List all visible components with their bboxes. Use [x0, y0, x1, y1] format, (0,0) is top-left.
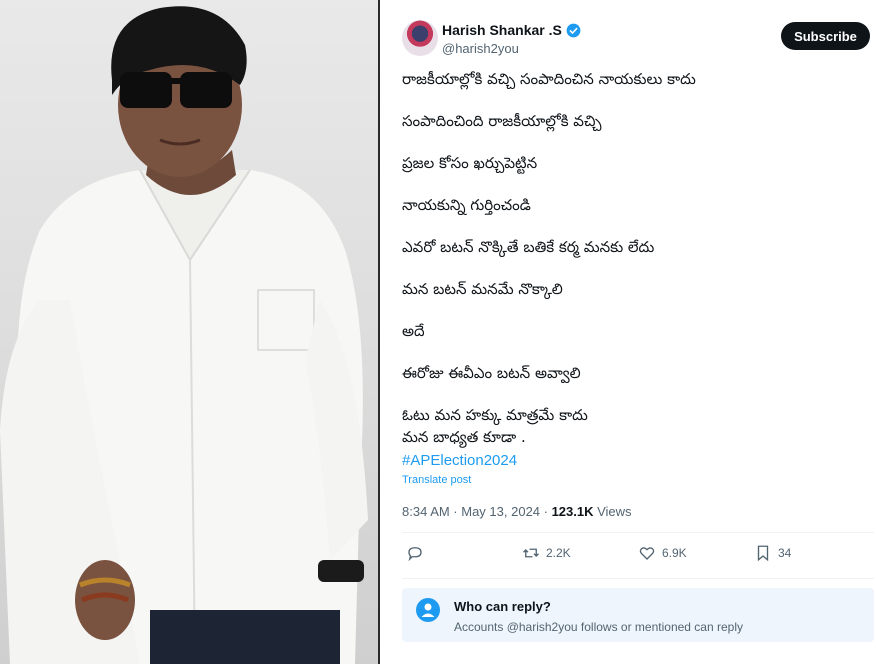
tweet-line: ప్రజల కోసం ఖర్చుపెట్టిన	[402, 154, 538, 172]
tweet-line: ఈరోజు ఈవీఎం బటన్ అవ్వాలి	[402, 364, 581, 382]
tweet-line: మన బటన్ మనమే నొక్కాలి	[402, 280, 563, 298]
views-count: 123.1K	[551, 504, 594, 519]
tweet-line: అదే	[402, 322, 425, 340]
tweet-line: సంపాదించింది రాజకీయాల్లోకి వచ్చి	[402, 112, 602, 130]
person-photo	[0, 0, 378, 664]
hashtag-link[interactable]: #APElection2024	[402, 452, 517, 469]
verified-badge-icon	[566, 23, 581, 37]
action-bar: 2.2K 6.9K 34	[402, 544, 872, 568]
tweet-line: రాజకీయాల్లోకి వచ్చి సంపాదించిన నాయకులు క…	[402, 70, 696, 88]
tweet-line: ఓటు మన హక్కు మాత్రమే కాదు	[402, 406, 588, 424]
who-can-reply-subtitle: Accounts @harish2you follows or mentione…	[454, 620, 743, 634]
retweet-icon	[523, 548, 539, 558]
comment-icon	[408, 547, 422, 562]
tweet-line: మన బాధ్యత కూడా .	[402, 428, 526, 446]
divider	[378, 0, 380, 664]
person-icon	[416, 598, 440, 622]
author-name-text[interactable]: Harish Shankar .S	[442, 22, 562, 38]
author-name[interactable]: Harish Shankar .S	[442, 22, 581, 38]
avatar[interactable]	[402, 20, 438, 56]
views-label: Views	[593, 504, 632, 519]
author-handle[interactable]: @harish2you	[442, 41, 519, 56]
timestamp[interactable]: 8:34 AM · May 13, 2024 ·	[402, 504, 552, 519]
heart-icon	[639, 547, 655, 560]
retweet-button[interactable]: 2.2K	[522, 544, 571, 562]
tweet-card: Harish Shankar .S @harish2you Subscribe …	[382, 0, 876, 664]
like-count: 6.9K	[662, 546, 687, 560]
tweet-line: నాయకున్ని గుర్తించండి	[402, 196, 531, 214]
who-can-reply-title: Who can reply?	[454, 599, 551, 614]
bookmark-count: 34	[778, 546, 792, 560]
like-button[interactable]: 6.9K	[638, 544, 687, 562]
reply-button[interactable]	[406, 544, 424, 562]
tweet-line: ఎవరో బటన్ నొక్కితే బతికే కర్మ మనకు లేదు	[402, 238, 655, 256]
tweet-metadata: 8:34 AM · May 13, 2024 · 123.1K Views	[402, 504, 632, 519]
translate-post-link[interactable]: Translate post	[402, 474, 471, 486]
retweet-count: 2.2K	[546, 546, 571, 560]
who-can-reply-box: Who can reply? Accounts @harish2you foll…	[402, 588, 874, 642]
divider	[402, 532, 874, 533]
divider	[402, 578, 874, 579]
bookmark-button[interactable]: 34	[754, 544, 791, 562]
subscribe-button[interactable]: Subscribe	[781, 22, 870, 50]
bookmark-icon	[757, 545, 769, 562]
